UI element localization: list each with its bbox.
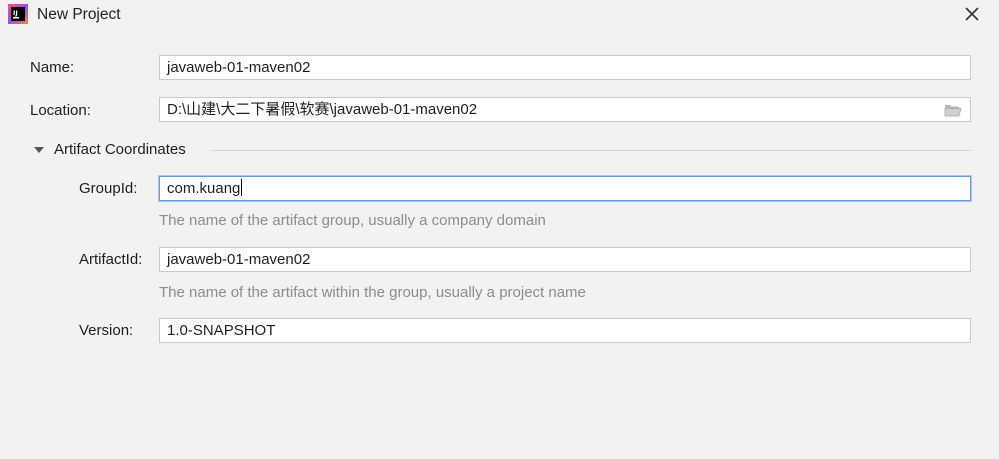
groupid-label: GroupId: [79, 180, 138, 197]
groupid-input-value: com.kuang [167, 180, 241, 197]
svg-text:IJ: IJ [13, 9, 18, 17]
version-input-value: 1.0-SNAPSHOT [167, 322, 276, 339]
name-input[interactable]: javaweb-01-maven02 [159, 55, 971, 80]
section-divider [211, 150, 971, 151]
version-label: Version: [79, 322, 134, 339]
artifact-coordinates-header[interactable]: Artifact Coordinates [54, 141, 186, 158]
groupid-hint: The name of the artifact group, usually … [159, 212, 546, 229]
location-input-value: D:\山建\大二下暑假\软赛\javaweb-01-maven02 [167, 101, 478, 118]
artifactid-label: ArtifactId: [79, 251, 143, 268]
location-input[interactable]: D:\山建\大二下暑假\软赛\javaweb-01-maven02 [159, 97, 971, 122]
collapse-triangle-icon[interactable] [33, 144, 45, 156]
artifactid-hint: The name of the artifact within the grou… [159, 284, 586, 301]
title-bar: IJ New Project [0, 0, 999, 30]
version-input[interactable]: 1.0-SNAPSHOT [159, 318, 971, 343]
folder-icon[interactable] [944, 102, 962, 118]
artifactid-input-value: javaweb-01-maven02 [167, 251, 311, 268]
artifactid-input[interactable]: javaweb-01-maven02 [159, 247, 971, 272]
intellij-idea-icon: IJ [8, 4, 28, 24]
window-title: New Project [37, 6, 121, 23]
name-label: Name: [30, 59, 75, 76]
text-caret [241, 179, 243, 196]
location-label: Location: [30, 102, 91, 119]
close-icon[interactable] [963, 5, 981, 23]
name-input-value: javaweb-01-maven02 [167, 59, 311, 76]
groupid-input[interactable]: com.kuang [159, 176, 971, 201]
